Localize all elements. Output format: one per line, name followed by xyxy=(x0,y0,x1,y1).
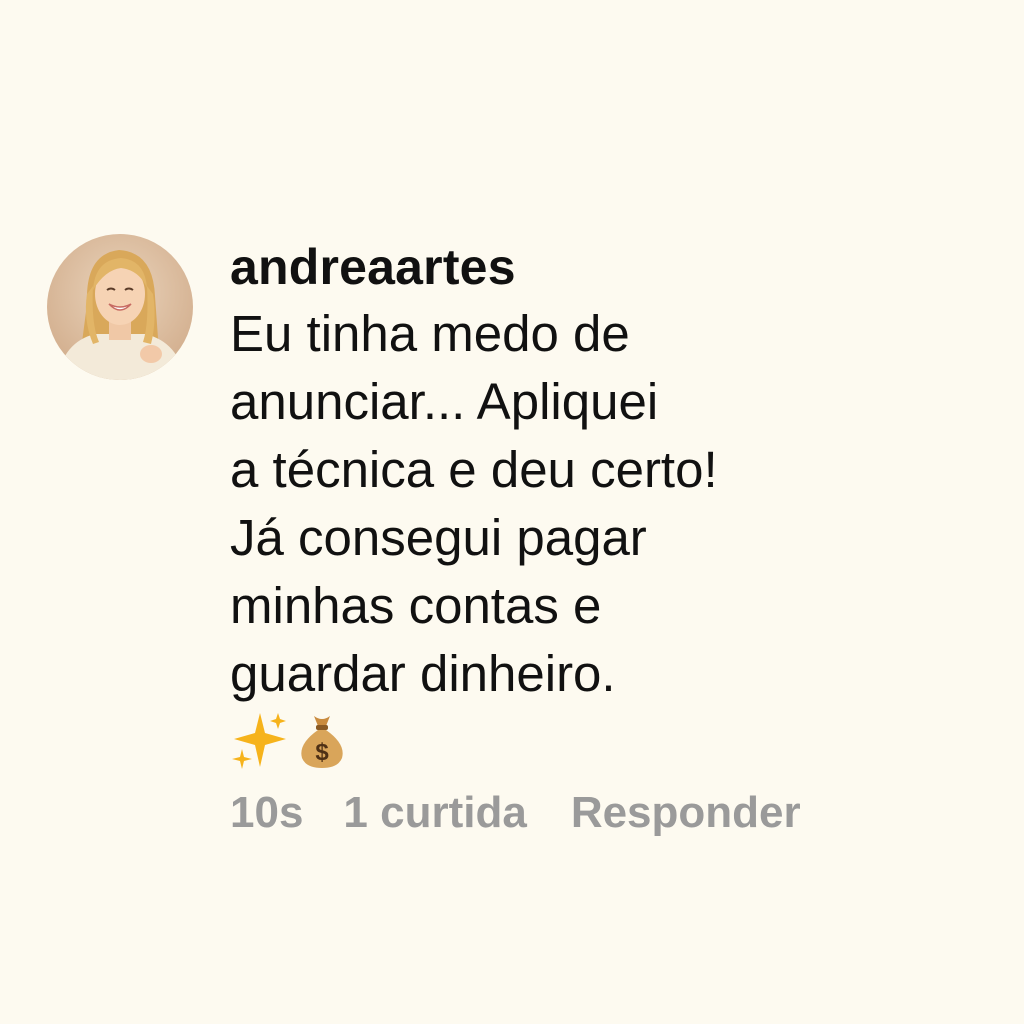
emoji-row: $ xyxy=(230,710,970,774)
timestamp: 10s xyxy=(230,788,304,837)
comment-text-line: anunciar... Apliquei xyxy=(230,373,659,430)
reply-button[interactable]: Responder xyxy=(571,788,801,838)
avatar[interactable] xyxy=(47,234,193,380)
comment-text: Eu tinha medo de anunciar... Apliquei a … xyxy=(230,300,970,708)
comment-meta: 10s 1 curtida Responder xyxy=(230,788,970,838)
comment-text-line: Já consegui pagar xyxy=(230,509,647,566)
svg-text:$: $ xyxy=(315,739,329,766)
likes-count[interactable]: 1 curtida xyxy=(343,788,526,838)
username[interactable]: andreaartes xyxy=(230,234,970,300)
avatar-photo xyxy=(47,234,193,380)
sparkles-icon xyxy=(230,709,292,776)
comment-text-line: minhas contas e xyxy=(230,577,602,634)
comment-text-line: Eu tinha medo de xyxy=(230,305,630,362)
comment-content: andreaartes Eu tinha medo de anunciar...… xyxy=(230,234,970,838)
money-bag-icon: $ xyxy=(296,710,348,775)
comment-text-line: a técnica e deu certo! xyxy=(230,441,718,498)
comment-text-line: guardar dinheiro. xyxy=(230,645,616,702)
